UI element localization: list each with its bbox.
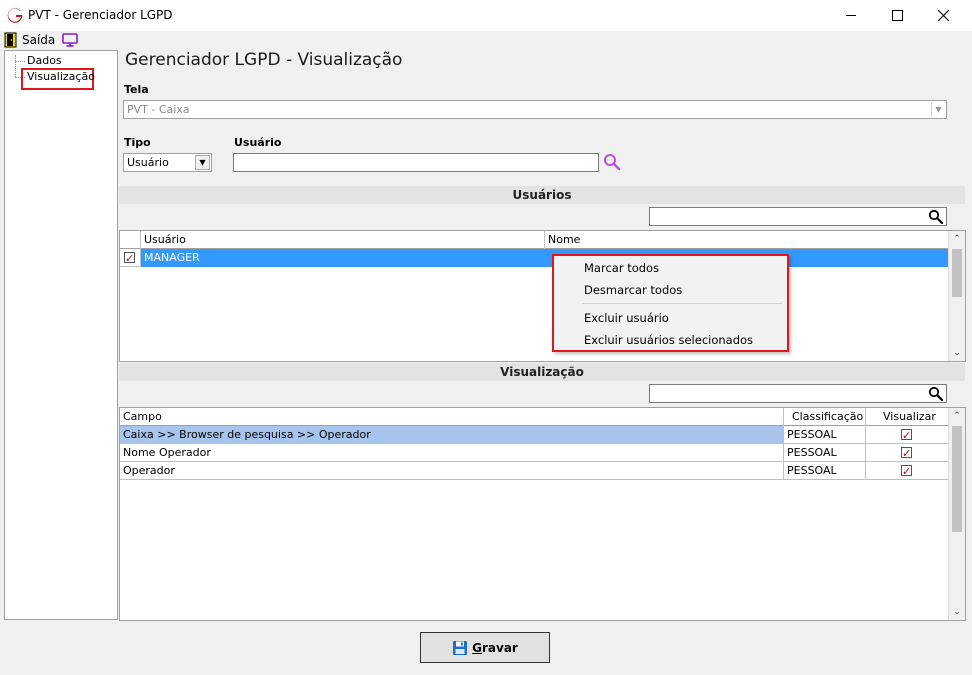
usuario-label: Usuário [234,136,282,149]
cell-classificacao: PESSOAL [784,444,866,462]
menu-separator [582,303,782,304]
menu-item-desmarcar-todos[interactable]: Desmarcar todos [584,283,682,297]
cell-campo: Caixa >> Browser de pesquisa >> Operador [120,426,784,444]
column-header-usuario[interactable]: Usuário [141,231,545,249]
menu-item-excluir-selecionados[interactable]: Excluir usuários selecionados [584,333,753,347]
table-row[interactable]: Operador PESSOAL [120,462,949,480]
cell-classificacao: PESSOAL [784,462,866,480]
tela-select-value: PVT - Caixa [127,103,190,116]
close-button[interactable] [920,0,966,31]
menu-item-excluir-usuario[interactable]: Excluir usuário [584,311,669,325]
page-title: Gerenciador LGPD - Visualização [125,50,403,70]
close-icon [937,10,949,21]
search-icon[interactable] [603,153,621,171]
column-header-visualizar[interactable]: Visualizar [866,408,949,426]
scrollbar-thumb[interactable] [952,426,962,532]
navigation-tree: Dados Visualização [4,50,118,620]
row-checkbox-cell[interactable] [120,249,141,267]
context-menu: Marcar todos Desmarcar todos Excluir usu… [552,254,789,352]
table-row[interactable]: MANAGER [120,249,949,267]
search-icon[interactable] [928,386,944,402]
tree-item-visualizacao[interactable]: Visualização [27,70,95,83]
visualizar-checkbox[interactable] [901,463,912,479]
visualizacao-grid-header: Campo Classificação Visualizar [120,408,949,426]
column-header-nome[interactable]: Nome [545,231,949,249]
chevron-down-icon[interactable]: ▼ [195,155,210,170]
cell-visualizar[interactable] [866,462,949,480]
scroll-down-icon[interactable]: ⌄ [949,345,965,361]
table-row[interactable]: Caixa >> Browser de pesquisa >> Operador… [120,426,949,444]
visualizacao-search-input[interactable] [649,384,947,403]
tela-label: Tela [124,83,149,96]
monitor-icon[interactable] [62,33,78,47]
minimize-button[interactable] [828,0,874,31]
visualizacao-section-header: Visualização [119,363,965,381]
visualizar-checkbox[interactable] [901,445,912,461]
scroll-up-icon[interactable]: ⌃ [949,408,965,424]
cell-classificacao: PESSOAL [784,426,866,444]
tipo-select[interactable]: Usuário ▼ [123,153,212,172]
usuarios-grid-header: Usuário Nome [120,231,949,249]
usuarios-section-header: Usuários [119,186,965,204]
title-bar: PVT - Gerenciador LGPD [0,0,972,31]
minimize-icon [845,15,856,16]
tree-item-dados[interactable]: Dados [27,54,62,67]
maximize-button[interactable] [874,0,920,31]
usuarios-search-input[interactable] [649,207,947,226]
row-checkbox[interactable] [124,250,135,266]
tree-connector [15,61,25,62]
cell-campo: Operador [120,462,784,480]
scroll-down-icon[interactable]: ⌄ [949,604,965,620]
usuarios-scrollbar[interactable]: ⌃ ⌄ [948,231,965,361]
save-button[interactable]: Gravar [420,632,550,663]
visualizacao-grid: Campo Classificação Visualizar Caixa >> … [119,407,966,621]
exit-door-icon[interactable] [4,32,18,48]
cell-visualizar[interactable] [866,426,949,444]
chevron-down-icon[interactable]: ▼ [931,102,945,117]
column-header-classificacao[interactable]: Classificação [784,408,866,426]
visualizar-checkbox[interactable] [901,427,912,443]
usuarios-grid: Usuário Nome MANAGER ⌃ ⌄ [119,230,966,362]
maximize-icon [891,10,903,21]
save-button-accesskey: G [472,640,482,655]
tela-select[interactable]: PVT - Caixa ▼ [123,100,947,119]
table-row[interactable]: Nome Operador PESSOAL [120,444,949,462]
scroll-up-icon[interactable]: ⌃ [949,231,965,247]
search-icon[interactable] [928,209,944,225]
tipo-select-value: Usuário [127,156,169,169]
menu-item-marcar-todos[interactable]: Marcar todos [584,261,659,275]
cell-visualizar[interactable] [866,444,949,462]
window-title: PVT - Gerenciador LGPD [28,8,173,22]
column-header-campo[interactable]: Campo [120,408,784,426]
app-logo-icon [7,8,23,24]
visualizacao-scrollbar[interactable]: ⌃ ⌄ [948,408,965,620]
scrollbar-thumb[interactable] [952,249,962,297]
cell-campo: Nome Operador [120,444,784,462]
usuario-input[interactable] [233,153,599,172]
floppy-disk-icon [452,640,468,656]
toolbar: Saída [0,31,972,49]
exit-button[interactable]: Saída [22,33,55,47]
tipo-label: Tipo [124,136,151,149]
cell-usuario: MANAGER [141,249,545,267]
column-header-check [120,231,141,249]
save-button-label: ravar [482,640,518,655]
tree-connector [15,55,16,77]
